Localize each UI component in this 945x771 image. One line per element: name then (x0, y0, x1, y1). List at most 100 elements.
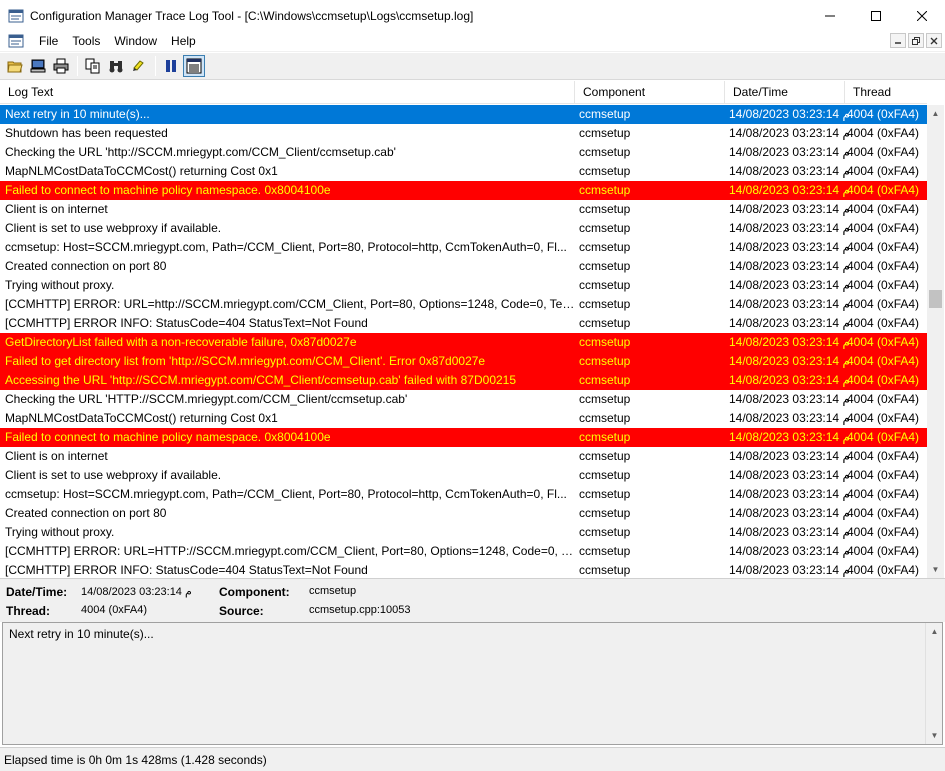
thread-cell: 4004 (0xFA4) (847, 449, 920, 463)
column-header-component[interactable]: Component (575, 81, 725, 104)
log-row[interactable]: Trying without proxy. ccmsetup 14/08/2023 … (0, 523, 927, 542)
log-rows: Next retry in 10 minute(s)... ccmsetup 14/… (0, 105, 927, 578)
log-row[interactable]: Failed to connect to machine policy name… (0, 181, 927, 200)
log-row[interactable]: Failed to get directory list from 'http:… (0, 352, 927, 371)
scrollbar-thumb[interactable] (929, 290, 942, 308)
document-system-menu-icon[interactable] (8, 33, 24, 49)
menu-help[interactable]: Help (164, 32, 203, 51)
column-header-thread[interactable]: Thread (845, 81, 927, 104)
maximize-button[interactable] (853, 0, 899, 31)
log-row[interactable]: [CCMHTTP] ERROR INFO: StatusCode=404 Sta… (0, 561, 927, 578)
log-row[interactable]: Trying without proxy. ccmsetup 14/08/2023 … (0, 276, 927, 295)
log-text-cell: Client is set to use webproxy if availab… (5, 221, 222, 235)
datetime-cell: 14/08/2023 03:23:14 م (729, 563, 850, 577)
details-panel: Date/Time: 14/08/2023 03:23:14 م Compone… (0, 578, 945, 622)
log-row[interactable]: Checking the URL 'HTTP://SCCM.mriegypt.c… (0, 390, 927, 409)
menu-window[interactable]: Window (107, 32, 164, 51)
log-text-cell: GetDirectoryList failed with a non-recov… (5, 335, 357, 349)
datetime-cell: 14/08/2023 03:23:14 م (729, 316, 850, 330)
close-icon (930, 37, 938, 44)
computer-icon[interactable] (27, 55, 49, 77)
print-icon[interactable] (50, 55, 72, 77)
thread-cell: 4004 (0xFA4) (847, 563, 920, 577)
log-row[interactable]: Checking the URL 'http://SCCM.mriegypt.c… (0, 143, 927, 162)
highlight-icon[interactable] (128, 55, 150, 77)
toolbar-separator (77, 56, 78, 76)
minimize-icon (825, 15, 835, 16)
datetime-cell: 14/08/2023 03:23:14 م (729, 373, 850, 387)
message-vertical-scrollbar[interactable]: ▲ ▼ (925, 623, 942, 744)
datetime-cell: 14/08/2023 03:23:14 م (729, 411, 850, 425)
log-row[interactable]: Client is on internet ccmsetup 14/08/2023 … (0, 200, 927, 219)
component-cell: ccmsetup (579, 373, 631, 387)
component-cell: ccmsetup (579, 430, 631, 444)
thread-value: 4004 (0xFA4) (81, 604, 148, 616)
minimize-button[interactable] (807, 0, 853, 31)
log-row[interactable]: Failed to connect to machine policy name… (0, 428, 927, 447)
log-row[interactable]: Created connection on port 80 ccmsetup 14/… (0, 504, 927, 523)
document-minimize-button[interactable] (890, 33, 906, 48)
log-row[interactable]: MapNLMCostDataToCCMCost() returning Cost… (0, 162, 927, 181)
scroll-down-arrow-icon[interactable]: ▼ (926, 727, 943, 744)
component-cell: ccmsetup (579, 525, 631, 539)
component-cell: ccmsetup (579, 164, 631, 178)
datetime-cell: 14/08/2023 03:23:14 م (729, 392, 850, 406)
column-header-datetime[interactable]: Date/Time (725, 81, 845, 104)
datetime-cell: 14/08/2023 03:23:14 م (729, 259, 850, 273)
log-text-cell: Client is on internet (5, 449, 108, 463)
log-row[interactable]: MapNLMCostDataToCCMCost() returning Cost… (0, 409, 927, 428)
preview-pane-icon[interactable] (183, 55, 205, 77)
scroll-up-arrow-icon[interactable]: ▲ (927, 105, 944, 122)
log-row[interactable]: [CCMHTTP] ERROR: URL=HTTP://SCCM.mriegyp… (0, 542, 927, 561)
thread-cell: 4004 (0xFA4) (847, 316, 920, 330)
menu-tools[interactable]: Tools (65, 32, 107, 51)
datetime-cell: 14/08/2023 03:23:14 م (729, 164, 850, 178)
scroll-up-arrow-icon[interactable]: ▲ (926, 623, 943, 640)
thread-cell: 4004 (0xFA4) (847, 335, 920, 349)
datetime-cell: 14/08/2023 03:23:14 م (729, 278, 850, 292)
minimize-icon (895, 41, 901, 44)
log-row[interactable]: [CCMHTTP] ERROR: URL=http://SCCM.mriegyp… (0, 295, 927, 314)
datetime-cell: 14/08/2023 03:23:14 م (729, 506, 850, 520)
source-value: ccmsetup.cpp:10053 (309, 604, 411, 616)
scroll-down-arrow-icon[interactable]: ▼ (927, 561, 944, 578)
component-cell: ccmsetup (579, 563, 631, 577)
restore-icon (912, 36, 920, 45)
thread-cell: 4004 (0xFA4) (847, 392, 920, 406)
component-cell: ccmsetup (579, 183, 631, 197)
log-row[interactable]: ccmsetup: Host=SCCM.mriegypt.com, Path=/… (0, 238, 927, 257)
log-row[interactable]: GetDirectoryList failed with a non-recov… (0, 333, 927, 352)
datetime-cell: 14/08/2023 03:23:14 م (729, 449, 850, 463)
log-row[interactable]: Client is set to use webproxy if availab… (0, 466, 927, 485)
log-text-cell: MapNLMCostDataToCCMCost() returning Cost… (5, 411, 278, 425)
log-vertical-scrollbar[interactable]: ▲ ▼ (927, 105, 944, 578)
log-row[interactable]: Accessing the URL 'http://SCCM.mriegypt.… (0, 371, 927, 390)
pause-icon[interactable] (160, 55, 182, 77)
log-row[interactable]: Next retry in 10 minute(s)... ccmsetup 14/… (0, 105, 927, 124)
copy-icon[interactable] (82, 55, 104, 77)
close-button[interactable] (899, 0, 945, 31)
thread-label: Thread: (6, 604, 51, 618)
log-text-cell: Failed to get directory list from 'http:… (5, 354, 486, 368)
column-header-log-text[interactable]: Log Text (0, 81, 575, 104)
log-row[interactable]: ccmsetup: Host=SCCM.mriegypt.com, Path=/… (0, 485, 927, 504)
log-row[interactable]: [CCMHTTP] ERROR INFO: StatusCode=404 Sta… (0, 314, 927, 333)
datetime-value: 14/08/2023 03:23:14 م (81, 586, 192, 598)
message-text-area[interactable]: Next retry in 10 minute(s)... ▲ ▼ (2, 622, 943, 745)
component-cell: ccmsetup (579, 126, 631, 140)
log-text-cell: Created connection on port 80 (5, 259, 167, 273)
log-row[interactable]: Created connection on port 80 ccmsetup 14/… (0, 257, 927, 276)
window-title: Configuration Manager Trace Log Tool - [… (30, 8, 474, 23)
log-row[interactable]: Client is on internet ccmsetup 14/08/2023 … (0, 447, 927, 466)
find-icon[interactable] (105, 55, 127, 77)
trace-log-app-icon[interactable] (8, 8, 24, 24)
document-close-button[interactable] (926, 33, 942, 48)
menu-file[interactable]: File (32, 32, 65, 51)
log-text-cell: [CCMHTTP] ERROR: URL=http://SCCM.mriegyp… (5, 297, 575, 311)
open-folder-icon[interactable] (4, 55, 26, 77)
log-row[interactable]: Client is set to use webproxy if availab… (0, 219, 927, 238)
datetime-cell: 14/08/2023 03:23:14 م (729, 202, 850, 216)
log-row[interactable]: Shutdown has been requested ccmsetup 14/08… (0, 124, 927, 143)
document-restore-button[interactable] (908, 33, 924, 48)
log-text-cell: [CCMHTTP] ERROR INFO: StatusCode=404 Sta… (5, 316, 368, 330)
